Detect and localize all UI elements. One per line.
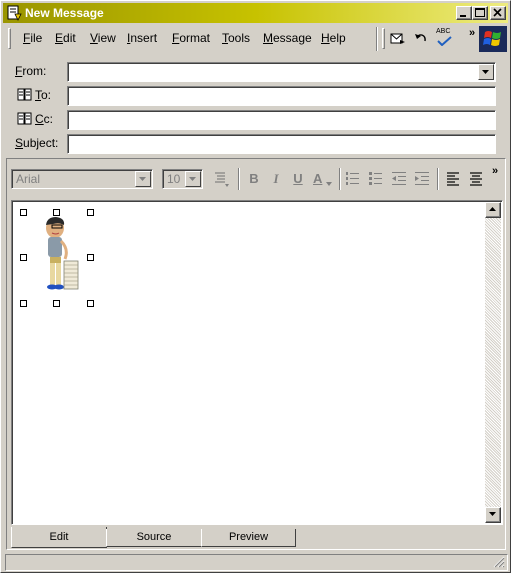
font-size-combobox[interactable]: 10: [162, 169, 203, 189]
italic-button[interactable]: I: [267, 170, 285, 188]
format-separator: [339, 168, 341, 190]
chevron-up-icon: [489, 207, 496, 211]
align-left-icon[interactable]: [444, 170, 462, 188]
vertical-scrollbar[interactable]: [485, 202, 501, 523]
send-icon[interactable]: [389, 30, 407, 48]
menu-file[interactable]: File: [23, 31, 42, 45]
menu-message[interactable]: Message: [263, 31, 312, 45]
cc-field[interactable]: [67, 110, 496, 130]
font-name-value: Arial: [16, 172, 41, 186]
windows-logo-icon: [479, 26, 507, 52]
from-combobox[interactable]: [67, 62, 496, 82]
selected-image[interactable]: [20, 209, 94, 307]
bold-button[interactable]: B: [245, 170, 263, 188]
spell-check-icon[interactable]: ABC: [434, 28, 456, 48]
font-name-dropdown-button[interactable]: [135, 171, 151, 187]
scroll-down-button[interactable]: [485, 507, 501, 523]
to-field[interactable]: [67, 86, 496, 106]
status-bar: [5, 554, 508, 571]
minimize-icon: [460, 15, 466, 17]
resize-handle[interactable]: [53, 300, 60, 307]
menu-insert[interactable]: Insert: [127, 31, 157, 45]
chevron-down-icon: [189, 177, 196, 181]
paragraph-style-icon[interactable]: [213, 170, 231, 188]
menu-more-chevron-icon[interactable]: »: [469, 27, 475, 39]
message-body-frame: Arial 10 B I U A » Edit Source Preview: [6, 158, 506, 550]
font-color-letter: A: [313, 171, 323, 186]
close-button[interactable]: [490, 6, 506, 20]
menu-grip[interactable]: [8, 28, 11, 49]
undo-icon[interactable]: [413, 31, 429, 47]
menu-format[interactable]: Format: [172, 31, 210, 45]
toolbar-grip[interactable]: [382, 28, 385, 49]
font-size-value: 10: [167, 172, 181, 186]
tab-edit-label: Edit: [49, 531, 69, 543]
numbered-list-icon[interactable]: [344, 170, 362, 188]
resize-handle[interactable]: [20, 254, 27, 261]
maximize-icon: [475, 8, 485, 17]
address-book-icon[interactable]: [17, 112, 33, 126]
scroll-up-button[interactable]: [485, 202, 501, 218]
tab-source-label: Source: [136, 531, 172, 543]
tab-source[interactable]: Source: [106, 529, 202, 547]
menu-edit[interactable]: Edit: [55, 31, 76, 45]
font-name-combobox[interactable]: Arial: [11, 169, 153, 189]
resize-handle[interactable]: [20, 300, 27, 307]
chevron-down-icon: [489, 512, 496, 516]
new-message-window: New Message File Edit View Insert Format…: [0, 0, 511, 573]
tab-preview[interactable]: Preview: [201, 529, 296, 547]
underline-button[interactable]: U: [289, 170, 307, 188]
subject-field[interactable]: [67, 134, 496, 154]
clipart-person-image: [46, 217, 79, 290]
chevron-down-icon: [326, 182, 332, 186]
format-more-chevron-icon[interactable]: »: [492, 165, 498, 177]
from-label: From:: [15, 64, 47, 78]
subject-label: Subject:: [15, 136, 59, 150]
spell-check-abbrev: ABC: [436, 28, 451, 35]
bullet-list-icon[interactable]: [367, 170, 385, 188]
chevron-down-icon: [139, 177, 146, 181]
cc-label[interactable]: Cc:: [35, 112, 53, 126]
to-label[interactable]: To:: [35, 88, 51, 102]
menu-view[interactable]: View: [90, 31, 116, 45]
resize-handle[interactable]: [87, 300, 94, 307]
decrease-indent-icon[interactable]: [390, 170, 408, 188]
window-title: New Message: [25, 6, 104, 20]
maximize-button[interactable]: [472, 6, 488, 20]
tab-edit[interactable]: Edit: [11, 527, 107, 548]
align-center-icon[interactable]: [467, 170, 485, 188]
from-dropdown-button[interactable]: [478, 64, 494, 80]
menu-bar: File Edit View Insert Format Tools Messa…: [3, 25, 508, 53]
menu-help[interactable]: Help: [321, 31, 346, 45]
close-icon: [493, 8, 502, 17]
font-size-dropdown-button[interactable]: [185, 171, 201, 187]
tab-preview-label: Preview: [228, 531, 269, 543]
menu-tools[interactable]: Tools: [222, 31, 250, 45]
minimize-button[interactable]: [456, 6, 472, 20]
format-separator: [437, 168, 439, 190]
font-color-button[interactable]: A: [311, 170, 335, 188]
new-message-icon: [7, 5, 22, 21]
format-separator: [238, 168, 240, 190]
size-grip-icon[interactable]: [493, 556, 505, 568]
message-body-editor[interactable]: [11, 200, 503, 525]
chevron-down-icon: [482, 70, 489, 74]
formatting-toolbar: Arial 10 B I U A »: [7, 159, 505, 197]
title-bar[interactable]: New Message: [3, 3, 508, 23]
checkmark-icon: [437, 36, 452, 46]
increase-indent-icon[interactable]: [413, 170, 431, 188]
toolbar-separator: [376, 27, 378, 51]
address-book-icon[interactable]: [17, 88, 33, 102]
resize-handle[interactable]: [20, 209, 27, 216]
